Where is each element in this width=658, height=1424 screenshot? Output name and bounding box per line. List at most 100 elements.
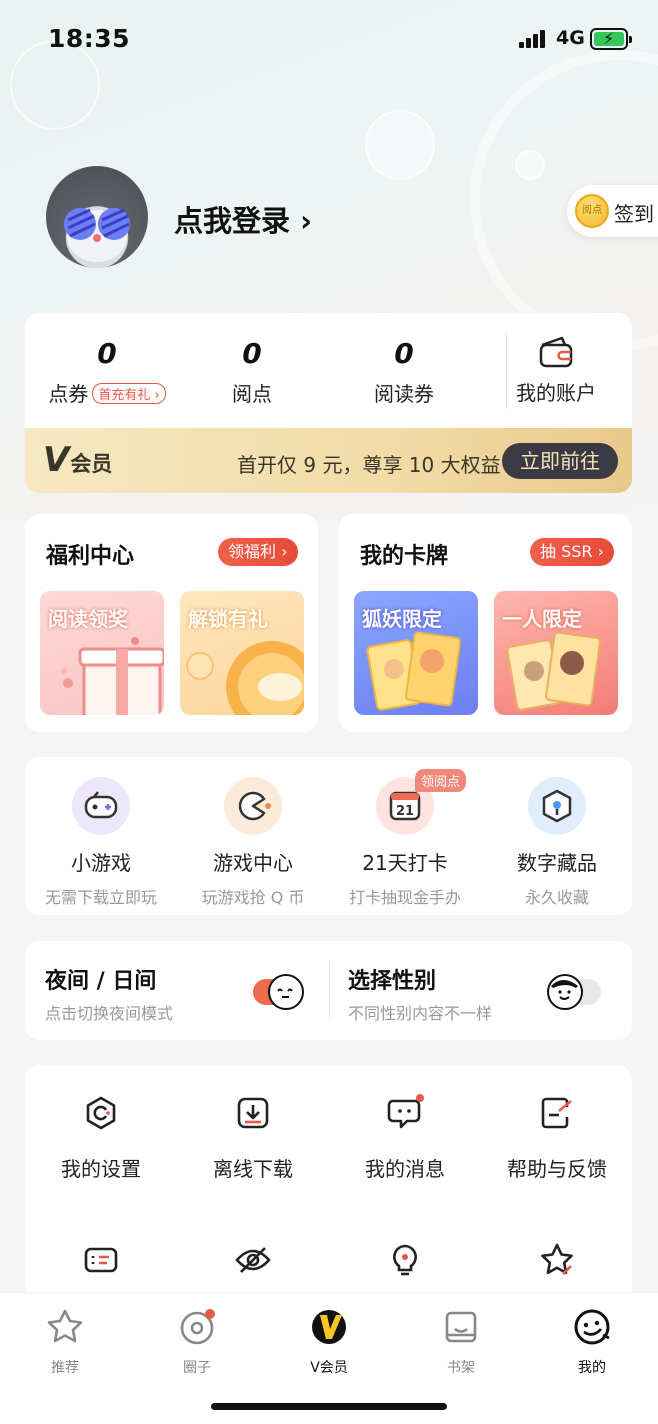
pacman-icon <box>224 777 282 835</box>
coin-stack-icon <box>186 641 304 715</box>
tab-recommend[interactable]: 推荐 <box>25 1307 105 1377</box>
gender-sub: 不同性别内容不一样 <box>348 1004 493 1023</box>
card-art-icon <box>366 631 461 711</box>
download-icon <box>237 1097 269 1129</box>
stat-points[interactable]: 0 阅点 <box>182 337 322 407</box>
feature-sub: 打卡抽现金手办 <box>348 888 461 907</box>
feature-21-day-checkin[interactable]: 21 21天打卡 打卡抽现金手办 <box>329 777 481 908</box>
star-edit-icon <box>541 1243 573 1275</box>
circle-icon <box>180 1309 215 1345</box>
bookshelf-icon <box>445 1311 477 1343</box>
tab-label: 推荐 <box>51 1360 79 1376</box>
tab-bookshelf[interactable]: 书架 <box>421 1307 501 1377</box>
stat-value: 0 <box>97 337 117 370</box>
menu-label: 我的设置 <box>61 1157 141 1181</box>
one-person-limited-tile[interactable]: 一人限定 <box>494 591 618 715</box>
tab-label: V会员 <box>310 1360 348 1376</box>
settings-icon <box>86 1096 116 1130</box>
welfare-center-card[interactable]: 福利中心 领福利 › 阅读领奖 解锁有礼 <box>25 514 318 732</box>
feature-name: 数字藏品 <box>517 851 597 875</box>
menu-ticket[interactable] <box>25 1240 177 1284</box>
cards-title: 我的卡牌 <box>360 544 449 569</box>
decor-bubble <box>365 110 435 180</box>
feature-name: 21天打卡 <box>362 851 448 875</box>
feature-mini-games[interactable]: 小游戏 无需下载立即玩 <box>25 777 177 908</box>
my-account-button[interactable]: 我的账户 <box>486 335 626 406</box>
card-art-icon <box>506 631 601 711</box>
vip-banner[interactable]: V会员 首开仅 9 元，尊享 10 大权益 立即前往 <box>25 428 632 493</box>
stat-coupon[interactable]: 0 点券 首充有礼 › <box>37 337 177 407</box>
draw-ssr-button[interactable]: 抽 SSR › <box>530 538 615 566</box>
tab-label: 我的 <box>578 1360 606 1376</box>
menu-idea[interactable] <box>329 1240 481 1284</box>
cube-icon <box>528 777 586 835</box>
feature-digital-collectibles[interactable]: 数字藏品 永久收藏 <box>481 777 633 908</box>
menu-label: 我的消息 <box>365 1157 445 1181</box>
stat-value: 0 <box>242 337 262 370</box>
signin-label: 签到 <box>614 202 654 226</box>
battery-icon: ⚡ <box>590 28 632 50</box>
stat-reading-voucher[interactable]: 0 阅读券 <box>334 337 474 407</box>
fox-limited-tile[interactable]: 狐妖限定 <box>354 591 478 715</box>
feature-name: 游戏中心 <box>213 851 293 875</box>
my-cards-card[interactable]: 我的卡牌 抽 SSR › 狐妖限定 一人限定 <box>339 514 632 732</box>
menu-messages[interactable]: 我的消息 <box>329 1093 481 1182</box>
feature-sub: 玩游戏抢 Q 币 <box>201 888 305 907</box>
svg-text:21: 21 <box>396 804 414 819</box>
stat-label: 阅读券 <box>374 382 434 406</box>
menu-offline-download[interactable]: 离线下载 <box>177 1093 329 1182</box>
eye-off-icon <box>235 1247 271 1273</box>
login-link[interactable]: 点我登录 › <box>174 198 312 240</box>
gamepad-icon <box>72 777 130 835</box>
vip-icon <box>312 1310 346 1344</box>
features-card: 小游戏 无需下载立即玩 游戏中心 玩游戏抢 Q 币 21 21天打卡 打卡抽现金… <box>25 757 632 915</box>
profile-face-icon <box>574 1309 610 1345</box>
divider <box>329 961 330 1021</box>
stat-label: 阅点 <box>232 382 272 406</box>
signin-button[interactable]: 阅点 签到 <box>567 185 658 237</box>
menu-favorites[interactable] <box>481 1240 633 1284</box>
avatar-face-icon <box>64 208 130 262</box>
message-icon <box>387 1094 424 1129</box>
feature-game-center[interactable]: 游戏中心 玩游戏抢 Q 币 <box>177 777 329 908</box>
tab-label: 书架 <box>447 1360 475 1376</box>
feature-sub: 无需下载立即玩 <box>44 888 157 907</box>
feature-name: 小游戏 <box>71 851 131 875</box>
reading-reward-tile[interactable]: 阅读领奖 <box>40 591 164 715</box>
wallet-card: 0 点券 首充有礼 › 0 阅点 0 阅读券 我的账户 V会员 首开仅 9 元，尊… <box>25 313 632 493</box>
vip-logo: V会员 <box>43 440 113 480</box>
status-time: 18:35 <box>48 24 131 53</box>
tab-label: 圈子 <box>183 1360 211 1376</box>
tab-mine[interactable]: 我的 <box>552 1307 632 1377</box>
claim-points-badge: 领阅点 <box>415 769 467 792</box>
network-type: 4G <box>556 27 585 49</box>
unlock-gift-tile[interactable]: 解锁有礼 <box>180 591 304 715</box>
menu-help-feedback[interactable]: 帮助与反馈 <box>481 1093 633 1182</box>
night-face-icon <box>268 974 304 1010</box>
menu-hidden[interactable] <box>177 1240 329 1284</box>
menu-label: 帮助与反馈 <box>507 1157 607 1181</box>
feature-sub: 永久收藏 <box>524 888 589 907</box>
home-indicator[interactable] <box>211 1403 447 1410</box>
avatar[interactable] <box>46 166 148 268</box>
first-charge-tag[interactable]: 首充有礼 › <box>92 383 166 404</box>
get-welfare-button[interactable]: 领福利 › <box>218 538 298 566</box>
feedback-icon <box>541 1097 572 1129</box>
vip-go-button[interactable]: 立即前往 <box>502 443 618 479</box>
menu-label: 离线下载 <box>213 1157 293 1181</box>
wallet-icon <box>539 336 573 368</box>
coin-icon: 阅点 <box>575 194 609 228</box>
my-account-label: 我的账户 <box>516 381 596 405</box>
vip-description: 首开仅 9 元，尊享 10 大权益 <box>237 453 501 477</box>
gender-title: 选择性别 <box>348 969 437 994</box>
ticket-icon <box>84 1247 118 1273</box>
star-icon <box>47 1309 83 1343</box>
stat-label: 点券 <box>48 382 89 406</box>
menu-settings[interactable]: 我的设置 <box>25 1093 177 1182</box>
tab-vip[interactable]: V会员 <box>289 1307 369 1377</box>
tab-circle[interactable]: 圈子 <box>157 1307 237 1377</box>
signal-icon <box>519 30 549 48</box>
lightbulb-icon <box>393 1244 417 1276</box>
night-mode-title: 夜间 / 日间 <box>45 969 157 994</box>
welfare-title: 福利中心 <box>46 544 135 569</box>
